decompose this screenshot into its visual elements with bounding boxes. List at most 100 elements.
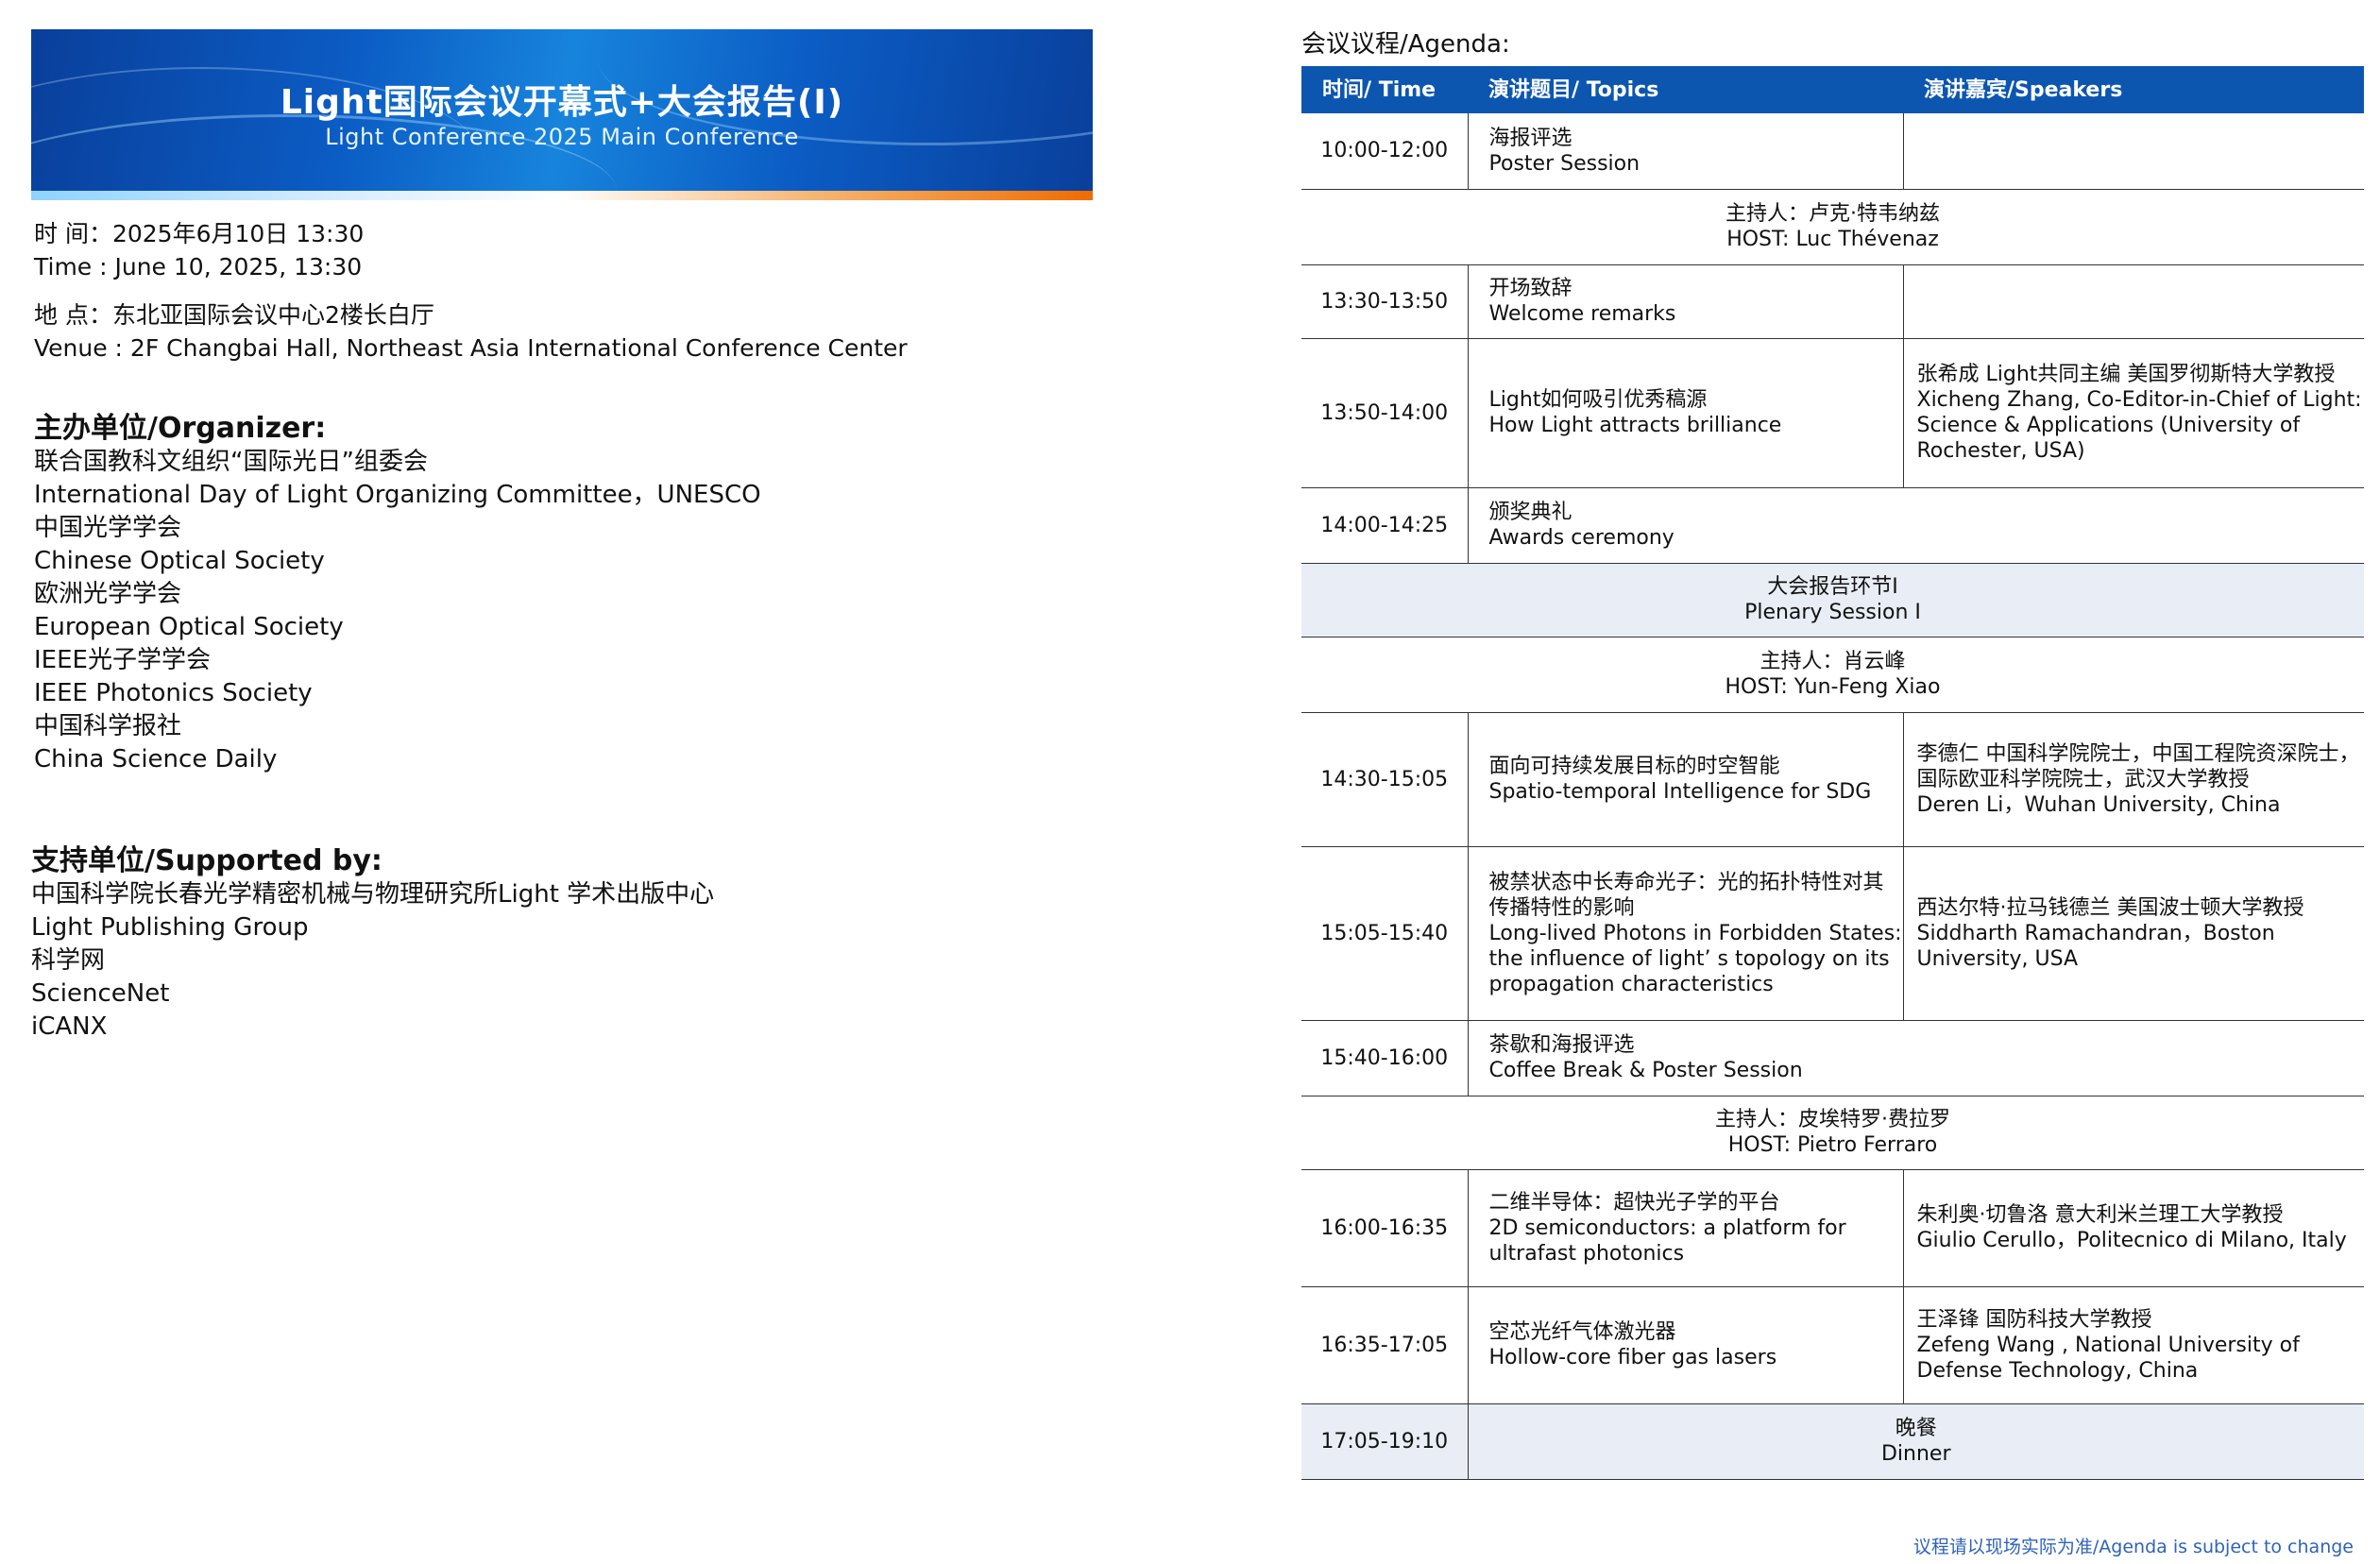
supporter-title: 支持单位/Supported by: [31,844,382,877]
session-cn: 大会报告环节I [1767,575,1898,599]
agenda-row: 13:50-14:00 Light如何吸引优秀稿源 How Light attr… [1301,338,2364,488]
row-speaker: 西达尔特·拉马钱德兰 美国波士顿大学教授 Siddharth Ramachand… [1903,846,2364,1021]
organizer-item: European Optical Society [34,613,344,641]
row-time: 16:35-17:05 [1301,1286,1469,1404]
host-en: HOST: Pietro Ferraro [1727,1133,1938,1157]
supporter-item: 中国科学院长春光学精密机械与物理研究所Light 学术出版中心 [31,880,715,909]
supporter-item: 科学网 [31,946,106,975]
speaker-en: Giulio Cerullo，Politecnico di Milano, It… [1916,1229,2347,1252]
host-row: 主持人：皮埃特罗·费拉罗 HOST: Pietro Ferraro [1301,1096,2364,1170]
venue-info: 地 点：东北亚国际会议中心2楼长白厅 Venue : 2F Changbai H… [34,298,908,365]
row-topic: 海报评选 Poster Session [1468,113,1904,190]
row-topic: Light如何吸引优秀稿源 How Light attracts brillia… [1468,338,1904,488]
topic-cn: 开场致辞 [1488,277,1572,300]
topic-en: Long-lived Photons in Forbidden States: … [1488,921,1902,996]
topic-cn: 面向可持续发展目标的时空智能 [1488,755,1780,778]
topic-cn: 二维半导体：超快光子学的平台 [1488,1190,1780,1215]
agenda-row: 13:30-13:50 开场致辞 Welcome remarks [1301,264,2364,339]
topic-cn: 茶歇和海报评选 [1488,1033,1635,1057]
organizer-item: IEEE Photonics Society [34,679,313,707]
banner-stripe [31,191,1093,200]
session-cell: 大会报告环节I Plenary Session I [1301,563,2364,638]
time-info: 时 间：2025年6月10日 13:30 Time : June 10, 202… [34,217,364,283]
header-topics: 演讲题目/ Topics [1468,66,1903,113]
supporter-list: 中国科学院长春光学精密机械与物理研究所Light 学术出版中心 Light Pu… [31,878,714,1044]
host-cn: 主持人：卢克·特韦纳兹 [1726,202,1940,226]
host-row: 主持人：肖云峰 HOST: Yun-Feng Xiao [1301,637,2364,713]
agenda-row: 14:30-15:05 面向可持续发展目标的时空智能 Spatio-tempor… [1301,712,2364,847]
time-en: Time : June 10, 2025, 13:30 [34,253,363,280]
row-time: 14:30-15:05 [1301,712,1469,847]
row-topic: 被禁状态中长寿命光子：光的拓扑特性对其传播特性的影响 Long-lived Ph… [1468,846,1904,1021]
organizer-item: Chinese Optical Society [34,547,325,575]
row-time: 15:40-16:00 [1301,1020,1469,1096]
header-time: 时间/ Time [1301,66,1468,113]
banner-subtitle: Light Conference 2025 Main Conference [325,124,799,150]
header-speakers: 演讲嘉宾/Speakers [1903,66,2364,113]
agenda-row: 10:00-12:00 海报评选 Poster Session [1301,113,2364,190]
topic-en: Hollow-core fiber gas lasers [1488,1346,1777,1369]
speaker-en: Deren Li，Wuhan University, China [1916,792,2281,817]
row-time: 13:50-14:00 [1301,338,1469,488]
supporter-item: ScienceNet [31,979,170,1008]
agenda-table: 时间/ Time 演讲题目/ Topics 演讲嘉宾/Speakers 10:0… [1301,66,2364,1480]
agenda-label: 会议议程/Agenda: [1301,30,1510,59]
organizer-list: 联合国教科文组织“国际光日”组委会 International Day of L… [34,446,761,776]
topic-en: Poster Session [1488,151,1640,176]
row-speaker: 李德仁 中国科学院院士，中国工程院资深院士，国际欧亚科学院院士，武汉大学教授 D… [1903,712,2364,847]
agenda-header-row: 时间/ Time 演讲题目/ Topics 演讲嘉宾/Speakers [1301,66,2364,113]
dinner-row: 17:05-19:10 晚餐 Dinner [1301,1403,2364,1480]
host-en: HOST: Luc Thévenaz [1726,228,1939,251]
row-time: 13:30-13:50 [1301,264,1469,339]
row-time: 17:05-19:10 [1301,1403,1469,1480]
host-cn: 主持人：肖云峰 [1760,650,1906,673]
topic-en: Awards ceremony [1488,526,1674,550]
row-speaker: 张希成 Light共同主编 美国罗彻斯特大学教授 Xicheng Zhang, … [1903,338,2364,488]
host-cn: 主持人：皮埃特罗·费拉罗 [1715,1108,1950,1131]
host-cell: 主持人：皮埃特罗·费拉罗 HOST: Pietro Ferraro [1301,1096,2364,1170]
row-time: 15:05-15:40 [1301,846,1469,1021]
speaker-cn: 李德仁 中国科学院院士，中国工程院资深院士，国际欧亚科学院院士，武汉大学教授 [1916,741,2360,791]
row-speaker: 朱利奥·切鲁洛 意大利米兰理工大学教授 Giulio Cerullo，Polit… [1903,1169,2364,1287]
row-topic: 茶歇和海报评选 Coffee Break & Poster Session [1468,1020,2364,1096]
row-topic: 开场致辞 Welcome remarks [1468,264,1904,339]
supporter-item: iCANX [31,1012,108,1041]
session-en: Plenary Session I [1744,601,1921,624]
dinner-en: Dinner [1880,1442,1951,1466]
row-time: 16:00-16:35 [1301,1169,1469,1287]
topic-en: Welcome remarks [1488,302,1676,326]
row-topic: 空芯光纤气体激光器 Hollow-core fiber gas lasers [1468,1286,1904,1404]
host-row: 主持人：卢克·特韦纳兹 HOST: Luc Thévenaz [1301,189,2364,265]
agenda-change-note: 议程请以现场实际为准/Agenda is subject to change [1912,1537,2354,1557]
speaker-en: Zefeng Wang , National University of Def… [1916,1333,2300,1383]
row-speaker [1903,264,2364,339]
topic-cn: Light如何吸引优秀稿源 [1488,388,1708,412]
venue-en: Venue : 2F Changbai Hall, Northeast Asia… [34,334,908,362]
row-speaker: 王泽锋 国防科技大学教授 Zefeng Wang , National Univ… [1903,1286,2364,1404]
organizer-item: 中国科学报社 [34,712,182,740]
speaker-en: Xicheng Zhang, Co-Editor-in-Chief of Lig… [1916,388,2362,463]
organizer-item: China Science Daily [34,745,278,774]
agenda-row: 16:35-17:05 空芯光纤气体激光器 Hollow-core fiber … [1301,1286,2364,1404]
conference-banner: Light国际会议开幕式+大会报告(I) Light Conference 20… [31,29,1093,200]
row-speaker [1903,113,2364,190]
speaker-cn: 王泽锋 国防科技大学教授 [1916,1307,2152,1332]
row-time: 14:00-14:25 [1301,487,1469,564]
host-cell: 主持人：肖云峰 HOST: Yun-Feng Xiao [1301,637,2364,713]
speaker-en: Siddharth Ramachandran，Boston University… [1916,921,2275,971]
banner-title: Light国际会议开幕式+大会报告(I) [280,83,844,122]
organizer-item: 欧洲光学学会 [34,580,182,608]
venue-cn: 地 点：东北亚国际会议中心2楼长白厅 [34,301,434,329]
topic-en: How Light attracts brilliance [1488,414,1782,437]
dinner-cell: 晚餐 Dinner [1468,1403,2364,1480]
row-time: 10:00-12:00 [1301,113,1469,190]
topic-cn: 被禁状态中长寿命光子：光的拓扑特性对其传播特性的影响 [1488,870,1884,920]
agenda-row: 16:00-16:35 二维半导体：超快光子学的平台 2D semiconduc… [1301,1169,2364,1287]
topic-en: 2D semiconductors: a platform for ultraf… [1488,1216,1846,1266]
topic-cn: 海报评选 [1488,126,1572,150]
organizer-item: International Day of Light Organizing Co… [34,481,761,509]
topic-en: Coffee Break & Poster Session [1488,1059,1803,1082]
host-en: HOST: Yun-Feng Xiao [1725,675,1941,699]
dinner-cn: 晚餐 [1895,1417,1937,1440]
speaker-cn: 张希成 Light共同主编 美国罗彻斯特大学教授 [1916,363,2336,386]
